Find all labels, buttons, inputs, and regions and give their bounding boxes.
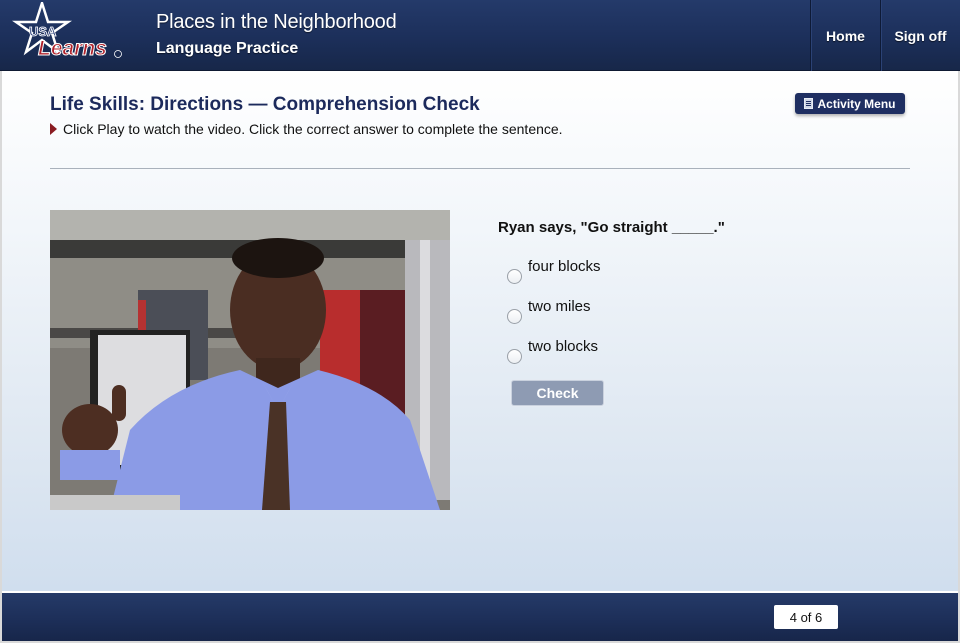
top-nav: Home Sign off <box>810 0 960 71</box>
instruction-text: Click Play to watch the video. Click the… <box>63 121 563 137</box>
check-button[interactable]: Check <box>511 380 604 406</box>
course-title: Places in the Neighborhood <box>156 11 397 33</box>
footer-bar: 4 of 6 <box>2 591 958 641</box>
radio-button[interactable] <box>507 268 522 284</box>
page-title: Life Skills: Directions — Comprehension … <box>50 94 480 115</box>
menu-list-icon <box>804 98 814 109</box>
radio-button[interactable] <box>507 348 522 364</box>
page-indicator: 4 of 6 <box>774 605 838 629</box>
activity-menu-button[interactable]: Activity Menu <box>795 93 905 114</box>
home-link[interactable]: Home <box>810 0 880 71</box>
radio-button[interactable] <box>507 308 522 324</box>
answer-options: four blocks two miles two blocks <box>507 253 601 373</box>
usa-learns-logo[interactable]: USA Learns <box>12 2 127 64</box>
course-subtitle: Language Practice <box>156 40 299 57</box>
app-header: USA Learns Places in the Neighborhood La… <box>0 0 960 71</box>
instruction: Click Play to watch the video. Click the… <box>50 121 563 137</box>
triangle-bullet-icon <box>50 123 57 135</box>
activity-panel: Life Skills: Directions — Comprehension … <box>2 71 958 591</box>
video-player[interactable] <box>50 210 450 510</box>
answer-option-two-blocks[interactable]: two blocks <box>507 333 601 373</box>
divider <box>50 168 910 169</box>
activity-menu-label: Activity Menu <box>817 96 896 111</box>
answer-option-two-miles[interactable]: two miles <box>507 293 601 333</box>
option-label: two blocks <box>528 337 599 355</box>
option-label: four blocks <box>528 257 601 275</box>
question-prompt: Ryan says, "Go straight _____." <box>498 219 725 236</box>
option-label: two miles <box>528 297 591 315</box>
svg-text:Learns: Learns <box>38 37 107 60</box>
sign-off-link[interactable]: Sign off <box>880 0 960 71</box>
answer-option-four-blocks[interactable]: four blocks <box>507 253 601 293</box>
